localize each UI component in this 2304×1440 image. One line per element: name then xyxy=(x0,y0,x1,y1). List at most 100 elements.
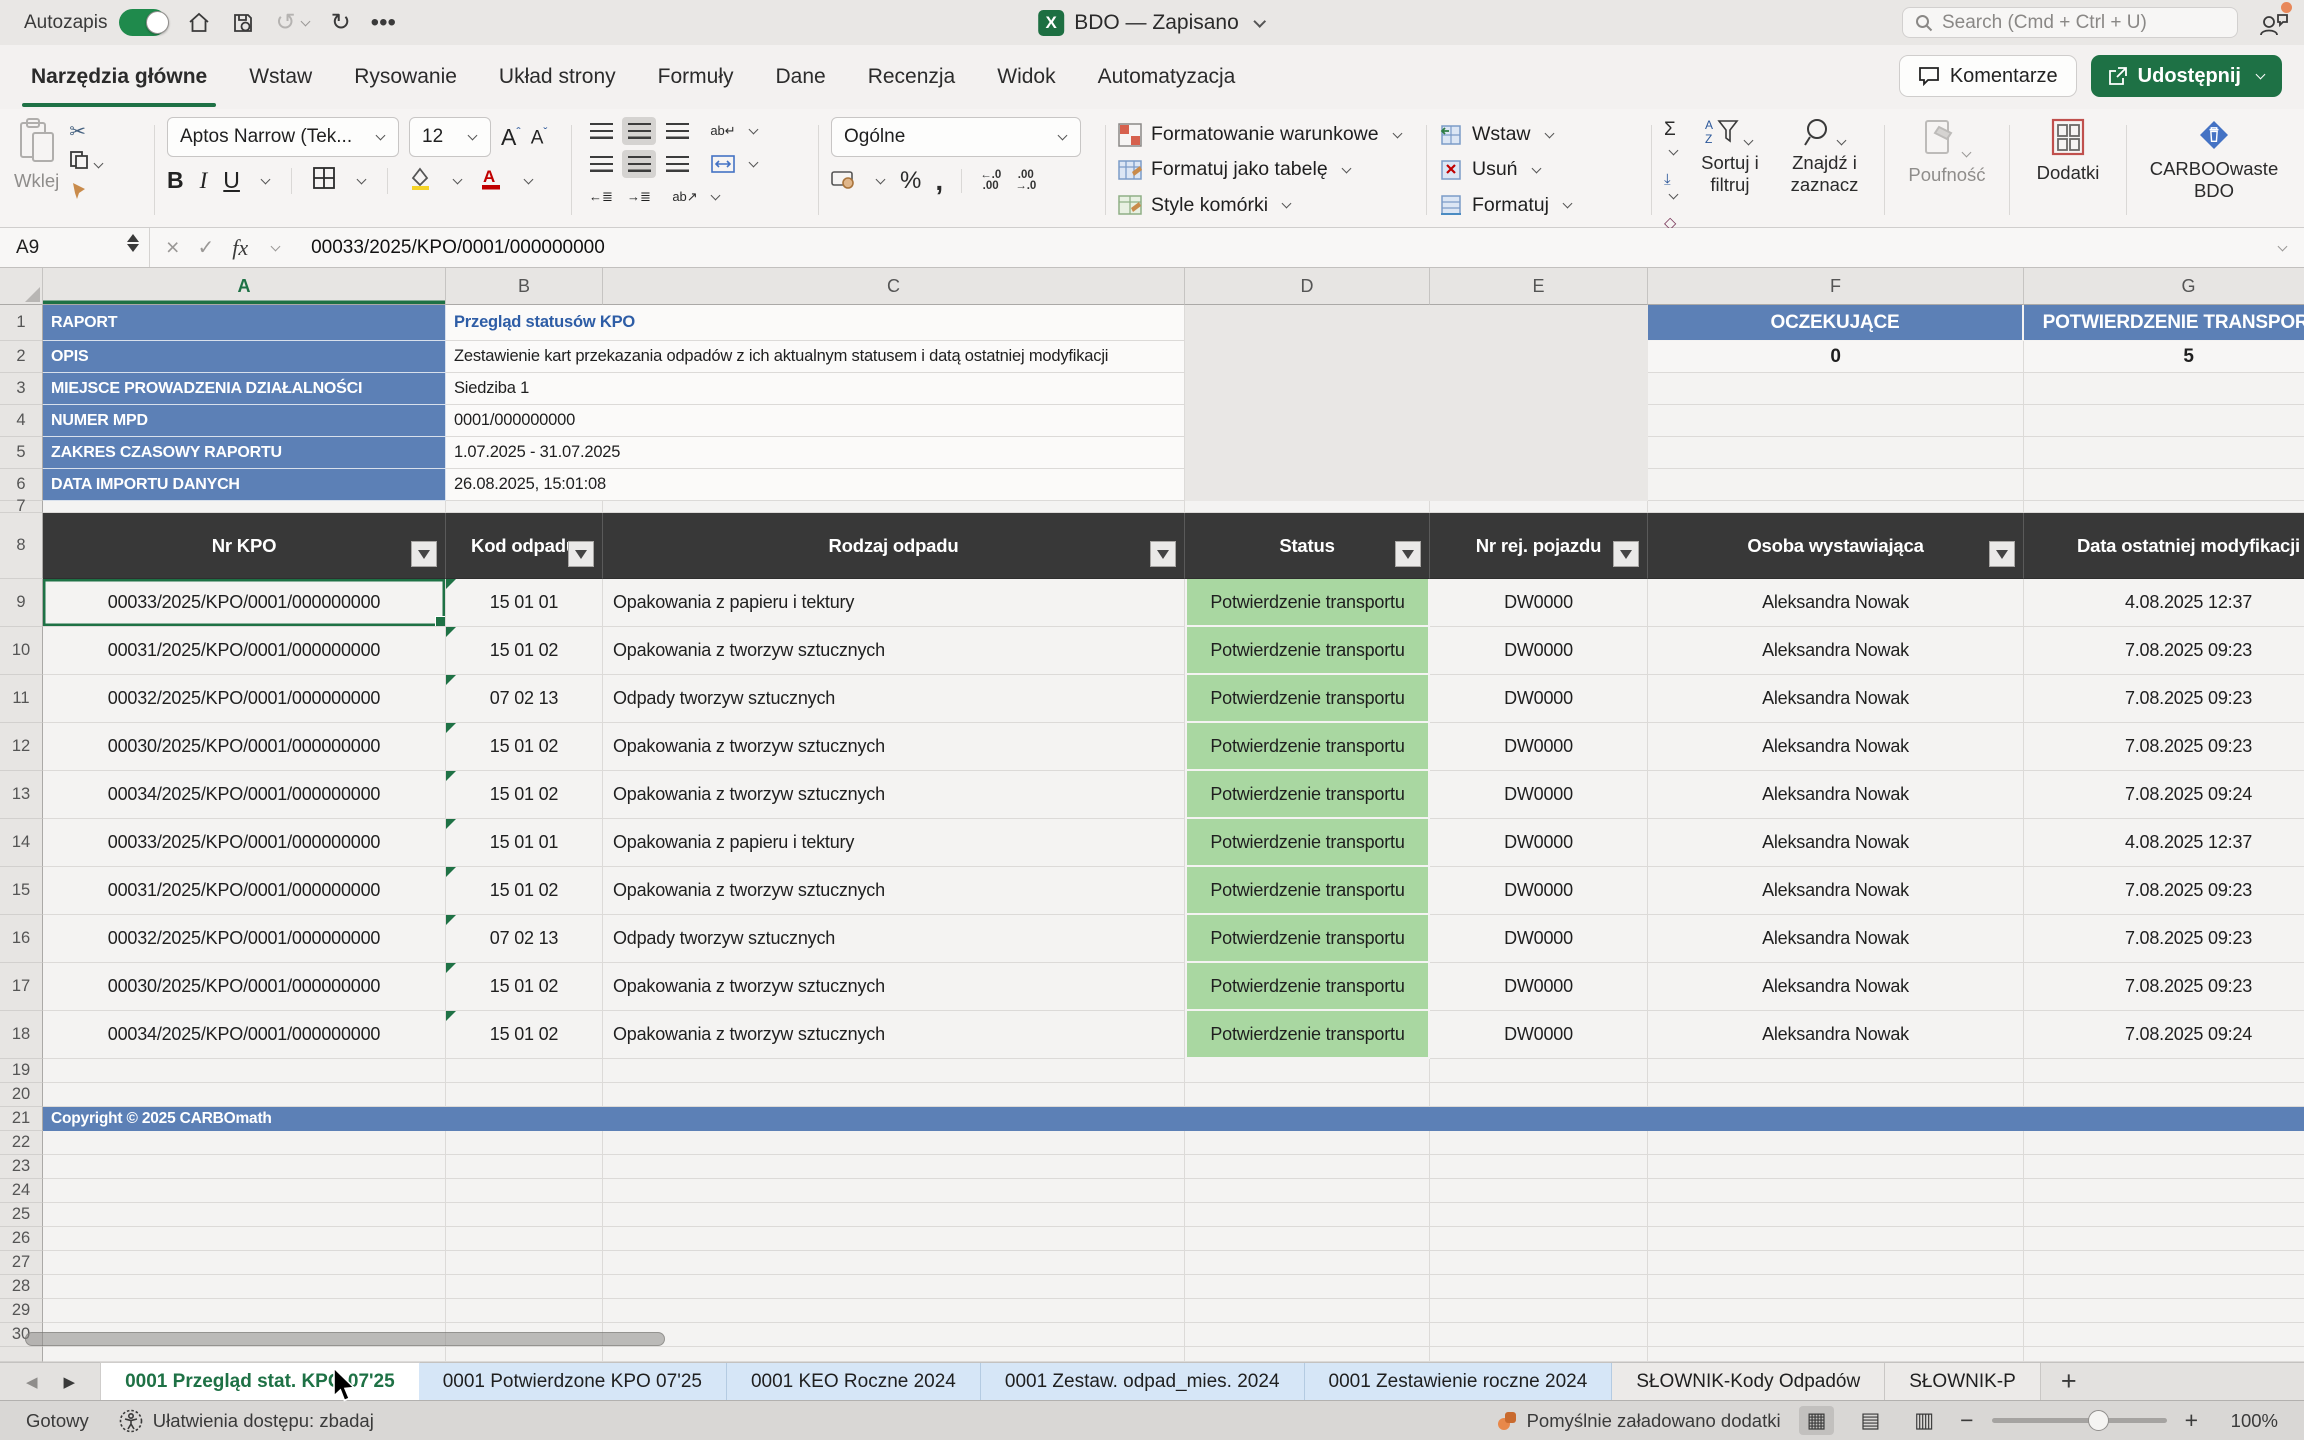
wrap-text-icon[interactable]: ab↵ xyxy=(706,117,740,145)
presence-people-icon[interactable] xyxy=(2258,8,2290,41)
sheet-tab-0001-zestawienie-roczne-2024[interactable]: 0001 Zestawienie roczne 2024 xyxy=(1305,1363,1613,1400)
info-label-4[interactable]: NUMER MPD xyxy=(43,405,446,437)
grid-cell-D20[interactable] xyxy=(1185,1083,1430,1107)
grid-cell-C20[interactable] xyxy=(603,1083,1185,1107)
autosum-icon[interactable]: Σ xyxy=(1664,119,1683,163)
cell-kod-16[interactable]: 07 02 13 xyxy=(446,915,603,963)
align-right-icon[interactable] xyxy=(660,150,694,178)
cell-rodzaj-10[interactable]: Opakowania z tworzyw sztucznych xyxy=(603,627,1185,675)
cell-rodzaj-11[interactable]: Odpady tworzyw sztucznych xyxy=(603,675,1185,723)
cell-rodzaj-9[interactable]: Opakowania z papieru i tektury xyxy=(603,579,1185,627)
grid-cell-F27[interactable] xyxy=(1648,1251,2024,1275)
row-header-11[interactable]: 11 xyxy=(0,675,43,723)
cell-data-13[interactable]: 7.08.2025 09:24 xyxy=(2024,771,2304,819)
grid-cell-31[interactable] xyxy=(603,1347,1185,1362)
zoom-slider[interactable] xyxy=(1992,1418,2167,1423)
prev-sheet-arrow[interactable]: ◀ xyxy=(26,1373,38,1391)
row-header-15[interactable]: 15 xyxy=(0,867,43,915)
cell-pojazd-10[interactable]: DW0000 xyxy=(1430,627,1648,675)
ribbon-tab-recenzja[interactable]: Recenzja xyxy=(847,45,977,109)
grid-cell-G20[interactable] xyxy=(2024,1083,2304,1107)
cell-data-11[interactable]: 7.08.2025 09:23 xyxy=(2024,675,2304,723)
cell-kpo-15[interactable]: 00031/2025/KPO/0001/000000000 xyxy=(43,867,446,915)
cell-pojazd-18[interactable]: DW0000 xyxy=(1430,1011,1648,1059)
grid-cell-G5[interactable] xyxy=(2024,437,2304,469)
grid-cell-E27[interactable] xyxy=(1430,1251,1648,1275)
grid-cell-A22[interactable] xyxy=(43,1131,446,1155)
grid-cell-F29[interactable] xyxy=(1648,1299,2024,1323)
grid-cell-G23[interactable] xyxy=(2024,1155,2304,1179)
table-header-E[interactable]: Nr rej. pojazdu xyxy=(1430,513,1648,579)
info-label-3[interactable]: MIEJSCE PROWADZENIA DZIAŁALNOŚCI xyxy=(43,373,446,405)
grid-cell-G24[interactable] xyxy=(2024,1179,2304,1203)
font-name-select[interactable]: Aptos Narrow (Tek... xyxy=(167,117,399,157)
summary-header-oczekujace[interactable]: OCZEKUJĄCE xyxy=(1648,305,2024,341)
grid-cell-F19[interactable] xyxy=(1648,1059,2024,1083)
grid-cell-F26[interactable] xyxy=(1648,1227,2024,1251)
table-header-B[interactable]: Kod odpadu xyxy=(446,513,603,579)
grid-cell-31[interactable] xyxy=(1430,1347,1648,1362)
grid-cell-E24[interactable] xyxy=(1430,1179,1648,1203)
decrease-decimal-icon[interactable]: .00→.0 xyxy=(1015,170,1036,192)
grid-cell-A20[interactable] xyxy=(43,1083,446,1107)
grid-cell-A19[interactable] xyxy=(43,1059,446,1083)
cell-kpo-9[interactable]: 00033/2025/KPO/0001/000000000 xyxy=(43,579,446,627)
cell-kod-11[interactable]: 07 02 13 xyxy=(446,675,603,723)
cell-pojazd-15[interactable]: DW0000 xyxy=(1430,867,1648,915)
grid-cell-C23[interactable] xyxy=(603,1155,1185,1179)
enter-icon[interactable]: ✓ xyxy=(197,235,214,260)
sheet-tab-0001-zestaw-odpad-mies-2024[interactable]: 0001 Zestaw. odpad_mies. 2024 xyxy=(981,1363,1305,1400)
grid-cell-F5[interactable] xyxy=(1648,437,2024,469)
column-header-D[interactable]: D xyxy=(1185,268,1430,305)
cell-kod-18[interactable]: 15 01 02 xyxy=(446,1011,603,1059)
column-header-E[interactable]: E xyxy=(1430,268,1648,305)
cell-status-18[interactable]: Potwierdzenie transportu xyxy=(1185,1011,1430,1059)
cell-kpo-11[interactable]: 00032/2025/KPO/0001/000000000 xyxy=(43,675,446,723)
cell-data-17[interactable]: 7.08.2025 09:23 xyxy=(2024,963,2304,1011)
cell-pojazd-16[interactable]: DW0000 xyxy=(1430,915,1648,963)
sensitivity-button[interactable]: Poufność xyxy=(1908,117,1985,186)
cell-status-14[interactable]: Potwierdzenie transportu xyxy=(1185,819,1430,867)
cell-kod-15[interactable]: 15 01 02 xyxy=(446,867,603,915)
cell-kpo-18[interactable]: 00034/2025/KPO/0001/000000000 xyxy=(43,1011,446,1059)
grid-cell-G29[interactable] xyxy=(2024,1299,2304,1323)
cell-rodzaj-17[interactable]: Opakowania z tworzyw sztucznych xyxy=(603,963,1185,1011)
grid-cell-31[interactable] xyxy=(1648,1347,2024,1362)
row-header-27[interactable]: 27 xyxy=(0,1251,43,1275)
grid-cell-B27[interactable] xyxy=(446,1251,603,1275)
cell-data-14[interactable]: 4.08.2025 12:37 xyxy=(2024,819,2304,867)
grid-cell-G6[interactable] xyxy=(2024,469,2304,501)
fill-color-icon[interactable] xyxy=(408,166,432,195)
sheet-tab-0001-potwierdzone-kpo-07-25[interactable]: 0001 Potwierdzone KPO 07'25 xyxy=(419,1363,727,1400)
row-header-10[interactable]: 10 xyxy=(0,627,43,675)
cell-status-9[interactable]: Potwierdzenie transportu xyxy=(1185,579,1430,627)
grid-cell-F20[interactable] xyxy=(1648,1083,2024,1107)
cell-kod-17[interactable]: 15 01 02 xyxy=(446,963,603,1011)
column-header-F[interactable]: F xyxy=(1648,268,2024,305)
add-sheet-button[interactable]: + xyxy=(2041,1363,2097,1400)
grid-cell-31[interactable] xyxy=(43,1347,446,1362)
align-center-icon[interactable] xyxy=(622,150,656,178)
page-layout-view-icon[interactable]: ▤ xyxy=(1852,1406,1888,1435)
row-header-8[interactable]: 8 xyxy=(0,513,43,579)
cell-data-15[interactable]: 7.08.2025 09:23 xyxy=(2024,867,2304,915)
cell-pojazd-14[interactable]: DW0000 xyxy=(1430,819,1648,867)
ribbon-tab-formuły[interactable]: Formuły xyxy=(637,45,755,109)
grid-cell-D19[interactable] xyxy=(1185,1059,1430,1083)
cell-osoba-16[interactable]: Aleksandra Nowak xyxy=(1648,915,2024,963)
info-value-3[interactable]: Siedziba 1 xyxy=(446,373,1185,405)
row-header-19[interactable]: 19 xyxy=(0,1059,43,1083)
align-bottom-icon[interactable] xyxy=(660,117,694,145)
row-header-16[interactable]: 16 xyxy=(0,915,43,963)
grid-cell-A29[interactable] xyxy=(43,1299,446,1323)
filter-button-F[interactable] xyxy=(1989,541,2015,567)
cell-kpo-10[interactable]: 00031/2025/KPO/0001/000000000 xyxy=(43,627,446,675)
grid-cell-A28[interactable] xyxy=(43,1275,446,1299)
addins-button[interactable]: Dodatki xyxy=(2037,117,2100,184)
sheet-tab-słownik-kody-odpadów[interactable]: SŁOWNIK-Kody Odpadów xyxy=(1612,1363,1885,1400)
decrease-indent-icon[interactable]: ←≣ xyxy=(584,183,618,211)
grid-cell-F4[interactable] xyxy=(1648,405,2024,437)
table-header-D[interactable]: Status xyxy=(1185,513,1430,579)
grid-cell-A26[interactable] xyxy=(43,1227,446,1251)
cell-rodzaj-13[interactable]: Opakowania z tworzyw sztucznych xyxy=(603,771,1185,819)
